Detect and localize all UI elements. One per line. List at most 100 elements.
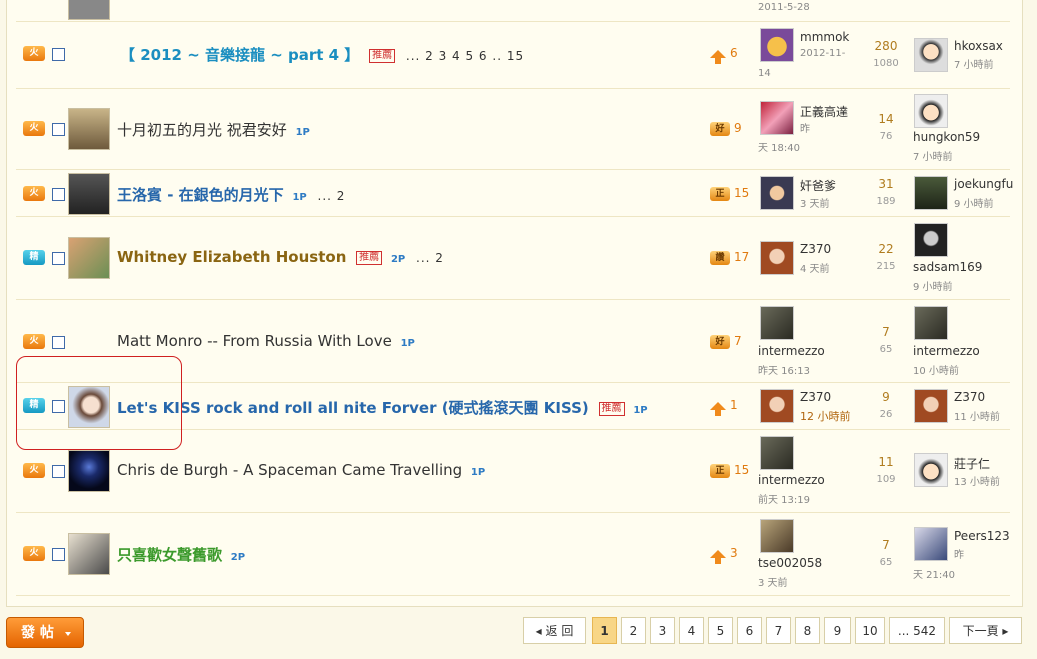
last-poster-name[interactable]: sadsam169	[913, 260, 982, 274]
thumbnail[interactable]	[68, 108, 110, 150]
author-time: 前天 13:19	[758, 495, 810, 506]
avatar[interactable]	[914, 453, 948, 487]
row-checkbox[interactable]	[52, 548, 65, 561]
next-page-button[interactable]: 下一頁 ▸	[949, 617, 1022, 644]
page-link-9[interactable]: 9	[824, 617, 851, 644]
author-name[interactable]: intermezzo	[758, 344, 825, 358]
last-poster-name[interactable]: Peers123	[954, 529, 1010, 543]
thread-title[interactable]: Whitney Elizabeth Houston	[117, 248, 346, 266]
thread-title[interactable]: Chris de Burgh - A Spaceman Came Travell…	[117, 461, 462, 479]
page-link-1[interactable]: 1	[592, 617, 617, 644]
chevron-down-icon	[65, 632, 71, 636]
page-link-2[interactable]: 2	[621, 617, 646, 644]
avatar[interactable]	[760, 101, 794, 135]
reply-count: 31	[878, 177, 894, 191]
thumbnail[interactable]	[68, 237, 110, 279]
vote-count: 6	[730, 46, 738, 60]
view-count: 109	[876, 474, 896, 485]
view-count: 215	[876, 261, 896, 272]
avatar[interactable]	[914, 306, 948, 340]
avatar[interactable]	[760, 306, 794, 340]
reply-count: 22	[878, 242, 894, 256]
last-poster-name[interactable]: 莊子仁	[954, 455, 990, 472]
view-count: 26	[879, 409, 893, 420]
page-count: 1P	[295, 127, 310, 138]
author-name[interactable]: intermezzo	[758, 473, 825, 487]
up-arrow-icon	[710, 49, 726, 64]
author-name[interactable]: Z370	[800, 390, 831, 404]
thread-title[interactable]: 只喜歡女聲舊歌	[117, 546, 222, 564]
vote: 3	[710, 546, 738, 564]
avatar[interactable]	[914, 389, 948, 423]
up-arrow-icon	[710, 401, 726, 416]
view-count: 189	[876, 196, 896, 207]
last-poster-name[interactable]: hkoxsax	[954, 39, 1003, 53]
page-links[interactable]: ... 2	[318, 189, 346, 203]
row-checkbox[interactable]	[52, 188, 65, 201]
reply-count: 7	[882, 538, 890, 552]
page-link-8[interactable]: 8	[795, 617, 820, 644]
reply-count: 9	[882, 390, 890, 404]
table-row: 2011-5-28	[16, 0, 1010, 22]
thread-title[interactable]: Let's KISS rock and roll all nite Forver…	[117, 399, 589, 417]
row-checkbox[interactable]	[52, 336, 65, 349]
author-name[interactable]: Z370	[800, 242, 831, 256]
page-link-6[interactable]: 6	[737, 617, 762, 644]
author-name[interactable]: 正義高達	[800, 103, 848, 120]
thumbnail[interactable]	[68, 533, 110, 575]
page-link-5[interactable]: 5	[708, 617, 733, 644]
page-link-3[interactable]: 3	[650, 617, 675, 644]
author-name[interactable]: tse002058	[758, 556, 822, 570]
hot-badge-icon: 火	[23, 121, 45, 136]
last-poster-name[interactable]: joekungfu	[954, 177, 1013, 191]
page-links[interactable]: ... 2	[416, 251, 444, 265]
author-name[interactable]: 奸爸爹	[800, 177, 836, 194]
avatar[interactable]	[914, 94, 948, 128]
thumbnail[interactable]	[68, 450, 110, 492]
thread-title[interactable]: 十月初五的月光 祝君安好	[117, 121, 287, 139]
avatar[interactable]	[914, 38, 948, 72]
thread-title[interactable]: 王洛賓 - 在銀色的月光下	[117, 186, 284, 204]
author-time-cont: 天 18:40	[758, 143, 800, 154]
page-links[interactable]: ... 2 3 4 5 6 .. 15	[406, 49, 524, 63]
vote-count: 15	[734, 463, 750, 477]
last-post-time: 9 小時前	[954, 199, 994, 210]
vote-count: 17	[734, 250, 750, 264]
page-count: 2P	[230, 552, 246, 563]
row-checkbox[interactable]	[52, 48, 65, 61]
avatar[interactable]	[914, 527, 948, 561]
thread-title-line: Let's KISS rock and roll all nite Forver…	[117, 397, 648, 418]
prev-page-button[interactable]: ◂ 返 回	[523, 617, 586, 644]
page-count: 1P	[292, 192, 307, 203]
avatar[interactable]	[760, 389, 794, 423]
last-poster-name[interactable]: intermezzo	[913, 344, 980, 358]
thumbnail[interactable]	[68, 0, 110, 20]
avatar[interactable]	[914, 176, 948, 210]
author-name[interactable]: mmmok	[800, 30, 849, 44]
vote-count: 1	[730, 398, 738, 412]
avatar[interactable]	[760, 28, 794, 62]
page-link-10[interactable]: 10	[855, 617, 885, 644]
post-button[interactable]: 發 帖	[6, 617, 84, 648]
page-link-4[interactable]: 4	[679, 617, 704, 644]
avatar[interactable]	[914, 223, 948, 257]
author-time: 3 天前	[758, 578, 788, 589]
row-checkbox[interactable]	[52, 123, 65, 136]
row-checkbox[interactable]	[52, 465, 65, 478]
row-checkbox[interactable]	[52, 252, 65, 265]
avatar[interactable]	[760, 241, 794, 275]
thread-title[interactable]: Matt Monro -- From Russia With Love	[117, 332, 392, 350]
view-count: 65	[879, 344, 893, 355]
correct-icon: 正	[710, 186, 730, 201]
avatar[interactable]	[760, 176, 794, 210]
author-time: 4 天前	[800, 264, 830, 275]
avatar[interactable]	[760, 519, 794, 553]
last-poster-name[interactable]: hungkon59	[913, 130, 980, 144]
page-link-last[interactable]: ... 542	[889, 617, 945, 644]
thread-title[interactable]: 【 2012 ~ 音樂接龍 ~ part 4 】	[120, 46, 359, 64]
vote: 6	[710, 46, 738, 64]
page-link-7[interactable]: 7	[766, 617, 791, 644]
avatar[interactable]	[760, 436, 794, 470]
thumbnail[interactable]	[68, 173, 110, 215]
last-poster-name[interactable]: Z370	[954, 390, 985, 404]
